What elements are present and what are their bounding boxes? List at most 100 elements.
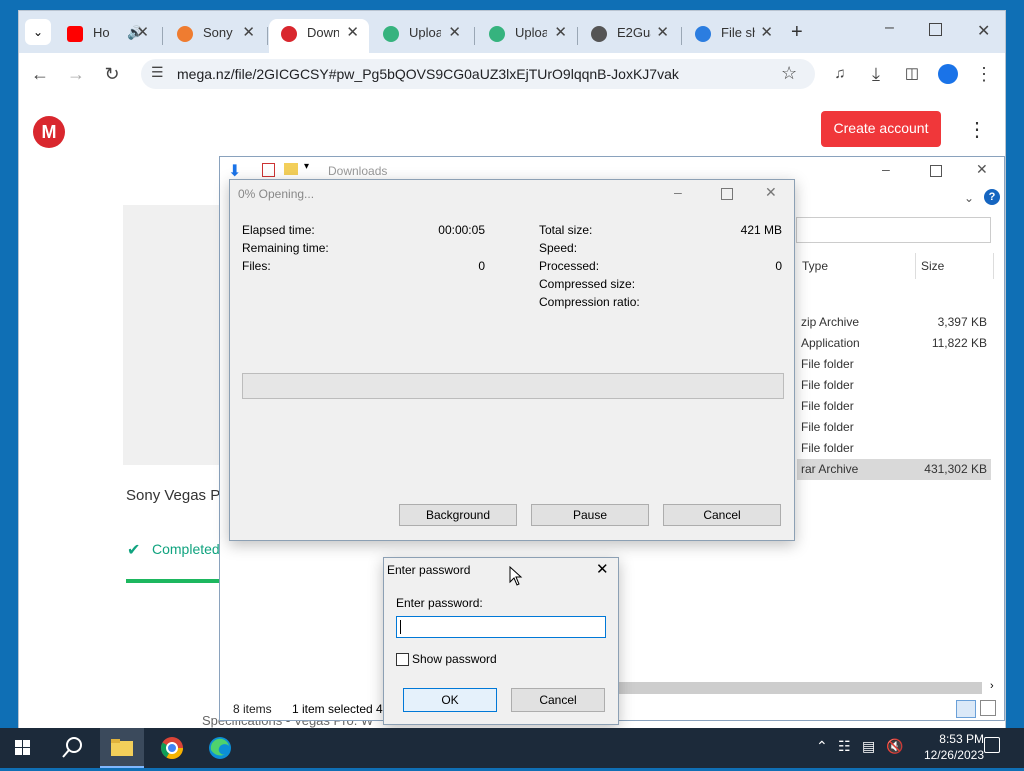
minimize-button[interactable]: – [882, 161, 890, 177]
chevron-up-icon[interactable]: ⌃ [816, 738, 828, 755]
close-icon[interactable]: ✕ [136, 19, 149, 47]
new-tab-button[interactable]: + [791, 21, 803, 44]
close-window-button[interactable]: ✕ [977, 21, 990, 41]
close-icon[interactable]: ✕ [760, 19, 773, 47]
close-icon[interactable]: ✕ [596, 560, 609, 578]
file-row[interactable]: zip Archive 3,397 KB [801, 312, 991, 333]
files-value: 0 [478, 259, 485, 273]
details-view-icon[interactable] [956, 700, 976, 718]
close-icon[interactable]: ✕ [242, 19, 255, 47]
search-box[interactable] [796, 217, 991, 243]
volume-muted-icon[interactable]: 🔇 [886, 738, 903, 755]
file-row[interactable]: File folder [801, 375, 991, 396]
start-button[interactable] [0, 728, 44, 768]
column-header-size[interactable]: Size [921, 259, 944, 273]
browser-toolbar: ← → ↻ ☰ mega.nz/file/2GICGCSY#pw_Pg5bQOV… [19, 53, 1005, 95]
media-control-icon[interactable]: ♫ [827, 61, 853, 87]
horizontal-scrollbar[interactable] [618, 682, 982, 694]
downloads-icon[interactable]: ⤓ [863, 61, 889, 87]
chrome-taskbar-icon[interactable] [150, 728, 194, 768]
forward-button[interactable]: → [63, 61, 89, 87]
tab-upload-2[interactable]: Uploa ✕ [477, 19, 577, 53]
edge-taskbar-icon[interactable] [198, 728, 242, 768]
password-input[interactable] [396, 616, 606, 638]
search-icon[interactable] [50, 728, 94, 768]
maximize-button[interactable] [929, 23, 942, 36]
show-password-label[interactable]: Show password [412, 652, 497, 666]
background-button[interactable]: Background [399, 504, 517, 526]
speed-label: Speed: [539, 241, 578, 255]
tab-title: Down [307, 25, 339, 40]
side-panel-icon[interactable]: ◫ [899, 61, 925, 87]
site-info-icon[interactable]: ☰ [151, 64, 164, 81]
security-icon[interactable]: ☷ [838, 738, 851, 755]
tab-e2guardian[interactable]: E2Gua ✕ [579, 19, 679, 53]
pause-button[interactable]: Pause [531, 504, 649, 526]
taskbar-clock[interactable]: 8:53 PM 12/26/2023 [924, 731, 984, 763]
close-icon[interactable]: ✕ [656, 19, 669, 47]
check-icon: ✔ [127, 542, 141, 559]
window-title: Downloads [328, 164, 388, 178]
minimize-button[interactable]: – [885, 19, 894, 37]
remaining-time-label: Remaining time: [242, 241, 329, 255]
elapsed-time-value: 00:00:05 [438, 223, 485, 237]
tab-youtube[interactable]: Ho 🔊 ✕ [55, 19, 159, 53]
download-arrow-icon: ⬇ [228, 163, 242, 180]
file-row[interactable]: Application 11,822 KB [801, 333, 991, 354]
column-header-type[interactable]: Type [802, 259, 828, 273]
tab-file-share[interactable]: File sh ✕ [683, 19, 783, 53]
notification-icon[interactable] [984, 737, 1000, 753]
close-icon[interactable]: ✕ [448, 19, 461, 47]
ok-button[interactable]: OK [403, 688, 497, 712]
file-row[interactable]: File folder [801, 438, 991, 459]
cancel-button[interactable]: Cancel [511, 688, 605, 712]
youtube-icon [67, 26, 83, 42]
folder-icon[interactable] [284, 163, 298, 175]
properties-icon[interactable] [262, 163, 275, 177]
close-window-button[interactable]: ✕ [765, 184, 777, 201]
show-password-checkbox[interactable] [396, 653, 409, 666]
profile-avatar[interactable] [935, 61, 961, 87]
file-row[interactable]: File folder [801, 396, 991, 417]
close-window-button[interactable]: ✕ [976, 161, 988, 178]
extraction-progress-bar [242, 373, 784, 399]
bookmark-star-icon[interactable]: ☆ [781, 63, 797, 84]
address-bar[interactable]: ☰ mega.nz/file/2GICGCSY#pw_Pg5bQOVS9CG0a… [141, 59, 815, 89]
cancel-button[interactable]: Cancel [663, 504, 781, 526]
network-icon[interactable]: ▤ [862, 738, 875, 755]
file-row-selected[interactable]: rar Archive 431,302 KB [797, 459, 991, 480]
download-site-icon [177, 26, 193, 42]
minimize-button[interactable]: – [674, 184, 682, 200]
extraction-progress-dialog: 0% Opening... – ✕ Elapsed time: 00:00:05… [229, 179, 795, 541]
tab-search-button[interactable]: ⌄ [25, 19, 51, 45]
chrome-menu-icon[interactable]: ⋮ [971, 61, 997, 87]
file-explorer-taskbar-icon[interactable] [100, 728, 144, 768]
quick-access-dropdown[interactable]: ▾ [304, 161, 309, 172]
tab-strip: ⌄ Ho 🔊 ✕ Sony V ✕ Down ✕ Uploa ✕ Uploa [19, 11, 1005, 53]
chevron-down-icon[interactable]: ⌄ [964, 191, 974, 205]
total-size-value: 421 MB [740, 223, 782, 237]
maximize-button[interactable] [930, 165, 942, 177]
create-account-button[interactable]: Create account [821, 111, 941, 147]
compressed-size-label: Compressed size: [539, 277, 636, 291]
files-label: Files: [242, 259, 271, 273]
tab-title: Uploa [409, 25, 441, 40]
close-icon[interactable]: ✕ [346, 19, 359, 47]
url-text[interactable]: mega.nz/file/2GICGCSY#pw_Pg5bQOVS9CG0aUZ… [177, 66, 679, 82]
taskbar: ⌃ ☷ ▤ 🔇 8:53 PM 12/26/2023 [0, 728, 1024, 768]
back-button[interactable]: ← [27, 61, 53, 87]
large-icons-view-icon[interactable] [980, 700, 996, 716]
tab-title: File sh [721, 25, 755, 40]
tab-mega-download[interactable]: Down ✕ [269, 19, 369, 53]
file-row[interactable]: File folder [801, 354, 991, 375]
maximize-button[interactable] [721, 188, 733, 200]
mega-logo[interactable]: M [33, 116, 65, 148]
close-icon[interactable]: ✕ [554, 19, 567, 47]
help-icon[interactable]: ? [984, 189, 1000, 205]
tab-upload-1[interactable]: Uploa ✕ [371, 19, 471, 53]
more-options-icon[interactable]: ⋮ [967, 117, 987, 142]
tab-sony[interactable]: Sony V ✕ [165, 19, 265, 53]
scroll-right-icon[interactable]: › [990, 680, 994, 692]
reload-button[interactable]: ↻ [99, 61, 125, 87]
file-row[interactable]: File folder [801, 417, 991, 438]
